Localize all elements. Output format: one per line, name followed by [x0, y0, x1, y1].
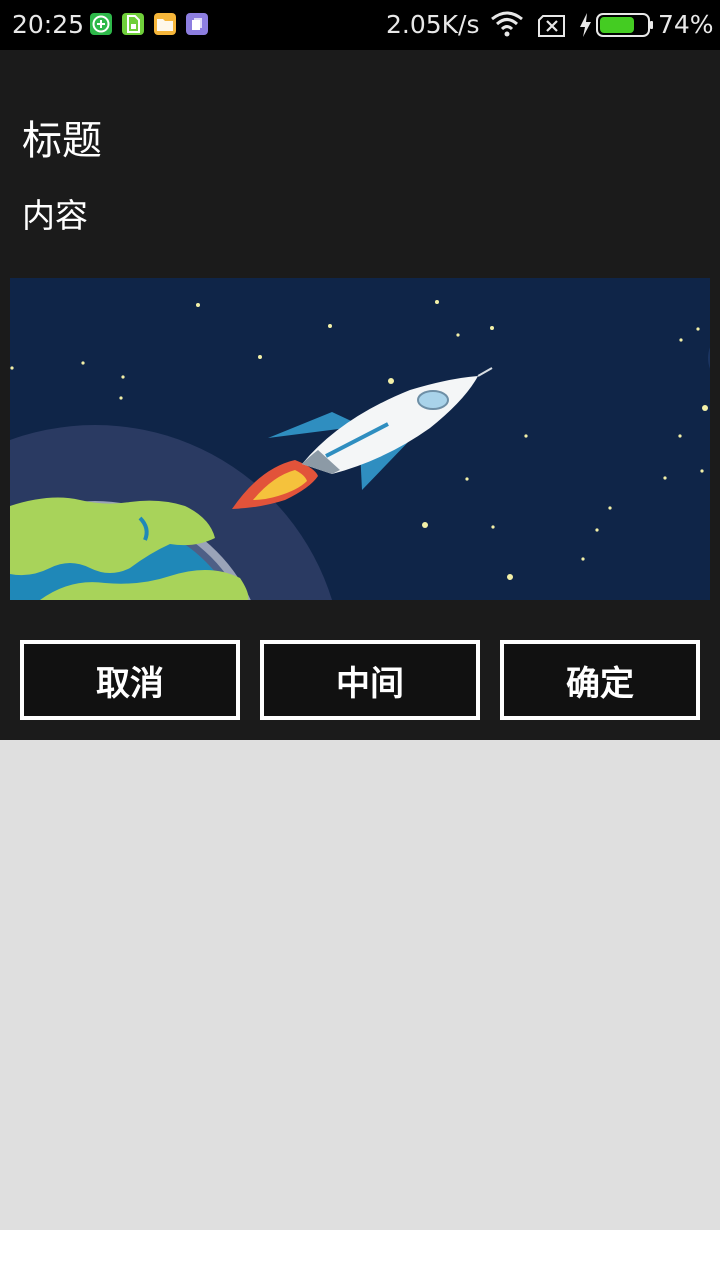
rocket-earth-image — [10, 278, 710, 600]
add-app-icon — [90, 13, 112, 35]
folder-icon — [154, 13, 176, 35]
bottom-area — [0, 1230, 720, 1280]
network-speed: 2.05K/s — [386, 10, 480, 39]
dialog-content: 内容 — [22, 196, 88, 235]
dialog-scrim[interactable] — [0, 740, 720, 1230]
wifi-icon — [490, 11, 524, 43]
neutral-button[interactable]: 中间 — [260, 640, 480, 720]
alert-dialog: 标题 内容 取消 中间 确定 — [0, 50, 720, 740]
files-icon — [186, 13, 208, 35]
no-sim-icon — [538, 14, 566, 43]
status-bar: 20:25 2.05K/s 74% — [0, 0, 720, 50]
screen: 20:25 2.05K/s 74% 标题 内容 取消 中间 确定 — [0, 0, 720, 1280]
battery-icon — [596, 13, 654, 43]
confirm-button[interactable]: 确定 — [500, 640, 700, 720]
battery-percent: 74% — [658, 10, 714, 39]
charging-icon — [578, 12, 592, 44]
notification-icons — [90, 13, 208, 35]
sim-card-icon — [122, 13, 144, 35]
cancel-button[interactable]: 取消 — [20, 640, 240, 720]
dialog-title: 标题 — [22, 118, 102, 164]
clock: 20:25 — [12, 10, 85, 39]
